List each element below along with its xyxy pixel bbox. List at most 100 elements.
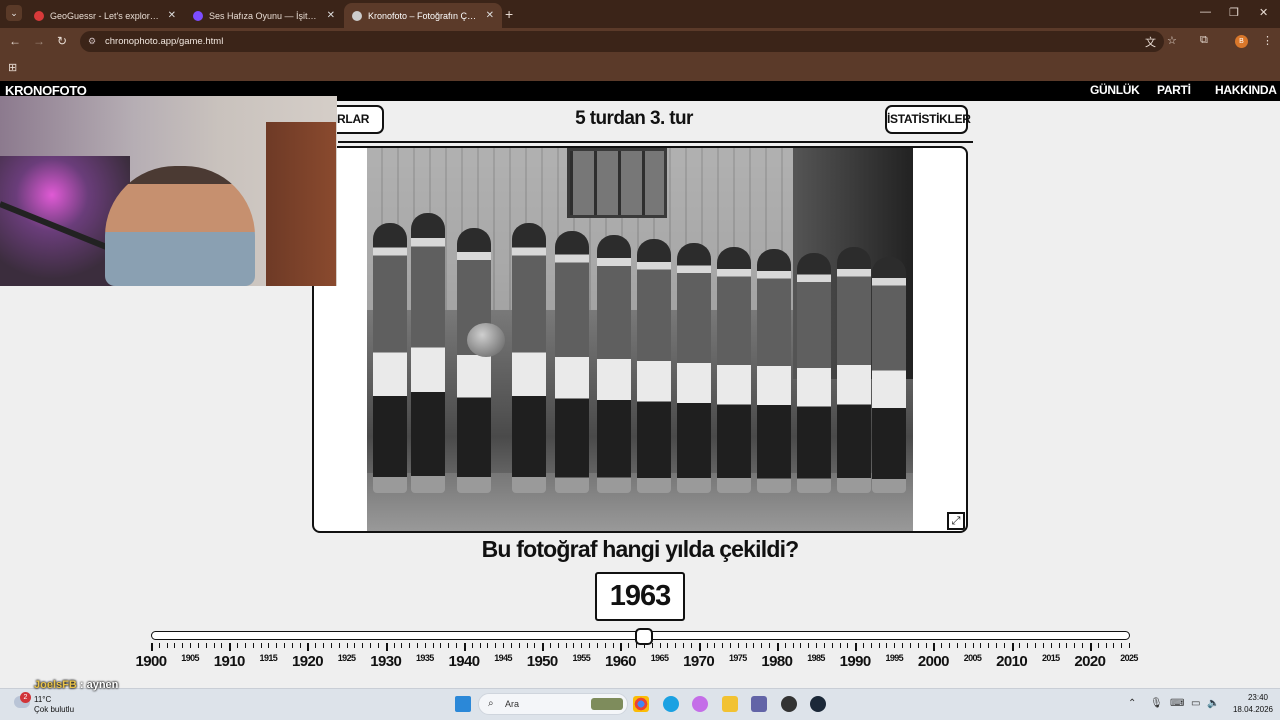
photo-frame: ⤢ <box>312 146 968 533</box>
slider-tick <box>526 643 528 648</box>
fullscreen-expand-icon[interactable]: ⤢ <box>947 512 965 530</box>
weather-description[interactable]: Çok bulutlu <box>34 705 74 714</box>
slider-tick <box>683 643 685 648</box>
slider-major-label: 1960 <box>604 653 637 670</box>
microphone-icon[interactable]: 🎙 <box>1150 698 1163 709</box>
slider-tick <box>612 643 614 648</box>
restore-icon[interactable]: ❐ <box>1229 6 1239 19</box>
stream-chat-message: JoelsFB : aynen <box>34 679 118 691</box>
nav-party-link[interactable]: PARTİ <box>1157 83 1191 97</box>
slider-tick <box>917 643 919 648</box>
slider-tick <box>471 643 473 648</box>
slider-tick <box>886 643 888 648</box>
chrome-icon[interactable] <box>633 696 649 712</box>
translate-icon[interactable]: 文 <box>1145 34 1156 50</box>
profile-avatar[interactable]: B <box>1235 35 1248 48</box>
slider-tick <box>268 643 270 648</box>
back-icon[interactable]: ← <box>9 34 21 48</box>
slider-tick <box>800 643 802 648</box>
slider-tick <box>385 643 388 651</box>
slider-tick <box>518 643 520 648</box>
forward-icon[interactable]: → <box>33 34 45 48</box>
slider-tick <box>432 643 434 648</box>
slider-tick <box>1003 643 1005 648</box>
slider-tick <box>542 643 545 651</box>
slider-tick <box>1113 643 1115 648</box>
slider-tick <box>299 643 301 648</box>
site-info-icon[interactable]: ⚙ <box>88 31 96 52</box>
tray-chevron-icon[interactable]: ⌃ <box>1128 698 1136 709</box>
weather-badge: 2 <box>20 692 31 703</box>
weather-temperature[interactable]: 11°C <box>34 695 51 704</box>
historical-team-photo[interactable] <box>367 148 913 531</box>
slider-tick <box>252 643 254 648</box>
url-input[interactable]: ⚙ chronophoto.app/game.html <box>80 31 1164 52</box>
slider-minor-label: 1995 <box>885 653 904 663</box>
nav-about-link[interactable]: HAKKINDA <box>1215 83 1277 97</box>
slider-tick <box>495 643 497 648</box>
edge-icon[interactable] <box>663 696 679 712</box>
close-tab-icon[interactable]: ✕ <box>168 10 176 21</box>
slider-tick <box>808 643 810 648</box>
slider-major-label: 1920 <box>291 653 324 670</box>
volume-icon[interactable]: 🔈 <box>1207 698 1219 709</box>
slider-tick <box>370 643 372 648</box>
slider-tick <box>456 643 458 648</box>
copilot-icon[interactable] <box>692 696 708 712</box>
close-tab-icon[interactable]: ✕ <box>486 10 494 21</box>
tab-search-button[interactable]: ⌄ <box>6 5 22 21</box>
slider-tick <box>596 643 598 648</box>
obs-icon[interactable] <box>781 696 797 712</box>
teams-icon[interactable] <box>751 696 767 712</box>
slider-tick <box>213 643 215 648</box>
kebab-menu-icon[interactable]: ⋮ <box>1262 34 1273 47</box>
slider-tick <box>377 643 379 648</box>
taskbar-clock-date[interactable]: 18.04.2026 <box>1226 705 1280 714</box>
slider-tick <box>1042 643 1044 648</box>
reload-icon[interactable]: ↻ <box>57 34 67 48</box>
steam-icon[interactable] <box>810 696 826 712</box>
taskbar-clock-time[interactable]: 23:40 <box>1236 693 1280 702</box>
slider-tick <box>925 643 927 648</box>
extensions-icon[interactable]: ⧉ <box>1200 34 1208 47</box>
slider-tick <box>237 643 239 648</box>
slider-tick <box>291 643 293 648</box>
slider-tick <box>1121 643 1123 648</box>
slider-tick <box>816 643 818 648</box>
round-title: 5 turdan 3. tur <box>575 108 693 129</box>
tab-title: Ses Hafıza Oyunu — İşitme Yet <box>209 10 321 21</box>
slider-tick <box>878 643 880 648</box>
file-explorer-icon[interactable] <box>722 696 738 712</box>
tab-geoguessr[interactable]: GeoGuessr - Let's explore the w ✕ <box>26 3 184 28</box>
slider-major-label: 1970 <box>683 653 715 670</box>
apps-grid-icon[interactable]: ⊞ <box>8 61 17 74</box>
slider-tick <box>972 643 974 648</box>
slider-tick <box>534 643 536 648</box>
slider-tick <box>847 643 849 648</box>
bookmarks-bar: ⊞ <box>0 55 1280 81</box>
close-tab-icon[interactable]: ✕ <box>327 10 335 21</box>
slider-minor-label: 1975 <box>728 653 747 663</box>
keyboard-icon[interactable]: ⌨ <box>1170 698 1184 709</box>
tab-title: GeoGuessr - Let's explore the w <box>50 10 162 21</box>
slider-tick <box>1105 643 1107 648</box>
statistics-button[interactable]: İSTATİSTİKLER <box>885 105 971 134</box>
tab-kronofoto[interactable]: Kronofoto – Fotoğrafın Çekildiğ ✕ <box>344 3 502 28</box>
close-window-icon[interactable]: ✕ <box>1259 6 1268 19</box>
slider-major-label: 2000 <box>917 653 950 670</box>
slider-tick <box>479 643 481 648</box>
windows-start-icon[interactable] <box>455 696 471 712</box>
slider-tick <box>166 643 168 648</box>
slider-tick <box>823 643 825 648</box>
slider-tick <box>393 643 395 648</box>
minimize-icon[interactable]: — <box>1200 6 1211 18</box>
tab-ses-hafiza[interactable]: Ses Hafıza Oyunu — İşitme Yet ✕ <box>185 3 343 28</box>
football <box>467 323 505 357</box>
slider-tick <box>714 643 716 648</box>
network-icon[interactable]: ▭ <box>1191 698 1200 709</box>
slider-tick <box>956 643 958 648</box>
nav-daily-link[interactable]: GÜNLÜK <box>1090 83 1140 97</box>
slider-tick <box>589 643 591 648</box>
bookmark-star-icon[interactable]: ☆ <box>1167 34 1177 47</box>
new-tab-icon[interactable]: + <box>505 6 513 22</box>
